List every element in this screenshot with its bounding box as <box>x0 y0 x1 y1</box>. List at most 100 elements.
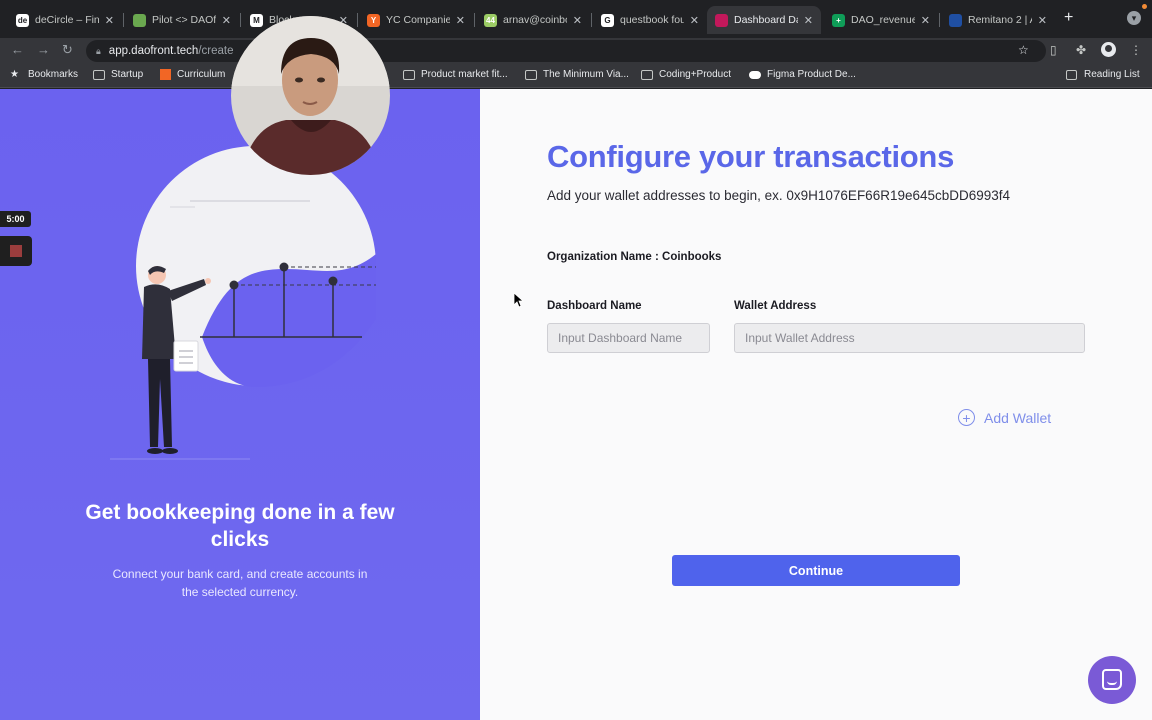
close-tab-icon[interactable]: ✕ <box>222 14 231 27</box>
tab-title: Dashboard Da <box>734 14 798 26</box>
back-icon[interactable]: ← <box>11 42 24 57</box>
browser-tab[interactable]: Dashboard Da ✕ <box>707 6 821 34</box>
decircle-icon: de <box>16 13 29 27</box>
bookmark-label: The Minimum Via... <box>543 69 629 80</box>
browser-tab[interactable]: Y YC Companies ✕ <box>359 6 473 34</box>
tab-title: Pilot <> DAOfr <box>152 14 216 26</box>
wallet-address-input[interactable] <box>734 323 1085 353</box>
close-tab-icon[interactable]: ✕ <box>573 14 582 27</box>
tab-separator <box>939 13 940 27</box>
browser-tab-strip: dedeCircle – Fin✕Pilot <> DAOfr✕MBlockc.… <box>0 0 1152 38</box>
extensions-icon[interactable]: ✤ <box>1076 43 1086 57</box>
tab-title: arnav@coinbo <box>503 14 567 26</box>
browser-tab[interactable]: Gquestbook fou ✕ <box>593 6 707 34</box>
tab-separator <box>591 13 592 27</box>
url-host: app.daofront.tech <box>108 45 199 57</box>
bookmark-item[interactable]: The Minimum Via... <box>525 69 629 80</box>
profile-avatar[interactable] <box>1101 42 1116 57</box>
bookmark-label: Figma Product De... <box>767 69 856 80</box>
bookmark-label: Product market fit... <box>421 69 508 80</box>
page: Get bookkeeping done in a few clicks Con… <box>0 16 1152 720</box>
bookmark-label: Startup <box>111 69 144 80</box>
reader-mode-icon[interactable]: ▯ <box>1050 43 1057 57</box>
remitano-icon <box>949 13 962 27</box>
browser-tab[interactable]: 44 arnav@coinbo ✕ <box>476 6 590 34</box>
promo-panel: Get bookkeeping done in a few clicks Con… <box>0 89 480 720</box>
tab-title: YC Companies <box>386 14 450 26</box>
tab-separator <box>357 13 358 27</box>
dashboard-name-label: Dashboard Name <box>547 300 642 312</box>
bookmarks-bar: ★ Bookmarks Startup Curriculum Product marke… <box>0 64 1152 88</box>
bookmark-label: Bookmarks <box>28 69 79 80</box>
close-tab-icon[interactable]: ✕ <box>456 14 465 27</box>
update-indicator <box>1142 4 1147 9</box>
browser-tab[interactable]: Pilot <> DAOfr ✕ <box>125 6 239 34</box>
daofront-icon <box>715 13 728 27</box>
browser-tab[interactable]: de deCircle – Fin ✕ <box>8 6 122 34</box>
bookmark-star-icon[interactable]: ☆ <box>1018 43 1029 57</box>
promo-title: Get bookkeeping done in a few clicks <box>85 501 395 551</box>
plus-circle-icon: + <box>958 409 975 426</box>
folder-icon <box>403 69 415 80</box>
bookmark-item[interactable]: Coding+Product <box>641 69 731 80</box>
bookmark-item[interactable]: Startup <box>93 69 143 80</box>
tab-title: questbook fou <box>620 14 684 26</box>
reading-list-icon <box>1066 69 1077 80</box>
page-title: Configure your transactions <box>547 139 955 174</box>
close-tab-icon[interactable]: ✕ <box>1038 14 1047 27</box>
wallet-address-label: Wallet Address <box>734 300 817 312</box>
folder-icon <box>641 69 653 80</box>
browser-tab[interactable]: Remitano 2 | A ✕ <box>941 6 1055 34</box>
medium-icon: M <box>250 13 263 27</box>
page-subtitle: Add your wallet addresses to begin, ex. … <box>547 188 1011 203</box>
browser-menu-icon[interactable]: ⋮ <box>1130 43 1142 57</box>
sheets-icon: + <box>832 13 845 27</box>
bookkeeping-illustration <box>110 146 376 460</box>
bookmark-item[interactable]: Product market fit... <box>403 69 508 80</box>
reading-list-button[interactable]: Reading List <box>1066 69 1140 80</box>
dashboard-name-input[interactable] <box>547 323 710 353</box>
tab-separator <box>240 13 241 27</box>
close-tab-icon[interactable]: ✕ <box>105 14 114 27</box>
tab-search-icon[interactable]: ▾ <box>1127 11 1141 25</box>
google-icon: G <box>601 13 614 27</box>
reload-icon[interactable]: ↻ <box>62 42 73 58</box>
mouse-cursor-icon <box>514 293 524 308</box>
tab-separator <box>474 13 475 27</box>
folder-icon <box>525 69 537 80</box>
add-wallet-label: Add Wallet <box>984 409 1052 426</box>
star-icon: ★ <box>10 68 19 80</box>
browser-toolbar: ← → ↻ 🔒︎ app.daofront.tech/create ☆ ▯ ✤ … <box>0 38 1152 64</box>
address-bar[interactable]: 🔒︎ app.daofront.tech/create <box>86 40 1046 62</box>
promo-subtitle: Connect your bank card, and create accou… <box>112 567 368 599</box>
bookmark-item[interactable]: ★ Bookmarks <box>10 69 78 80</box>
chat-widget-button[interactable] <box>1088 656 1136 704</box>
mail-icon: 44 <box>484 13 497 27</box>
stop-icon <box>10 245 22 257</box>
browser-tab[interactable]: + DAO_revenue ✕ <box>824 6 938 34</box>
figma-icon <box>749 70 761 79</box>
lock-icon: 🔒︎ <box>96 45 101 56</box>
bookmark-item[interactable]: Curriculum <box>160 69 225 80</box>
new-tab-button[interactable]: + <box>1064 9 1073 27</box>
bookmark-label: Coding+Product <box>659 69 731 80</box>
organization-name: Organization Name : Coinbooks <box>547 251 722 263</box>
close-tab-icon[interactable]: ✕ <box>690 14 699 27</box>
chat-icon <box>1102 669 1122 690</box>
forward-icon[interactable]: → <box>37 42 50 57</box>
folder-icon <box>93 69 105 80</box>
stop-recording-button[interactable] <box>0 236 32 266</box>
bookmark-label: Curriculum <box>177 69 226 80</box>
reading-list-label: Reading List <box>1084 69 1140 80</box>
continue-button[interactable]: Continue <box>672 555 960 586</box>
recording-timer: 5:00 <box>0 211 31 227</box>
url-path: /create <box>198 45 234 57</box>
close-tab-icon[interactable]: ✕ <box>804 14 813 27</box>
bookmark-item[interactable]: Figma Product De... <box>749 69 856 80</box>
close-tab-icon[interactable]: ✕ <box>921 14 930 27</box>
yc-icon: Y <box>367 13 380 27</box>
tab-title: DAO_revenue <box>851 14 915 26</box>
pilot-icon <box>133 13 146 27</box>
add-wallet-button[interactable]: + Add Wallet <box>958 409 1051 426</box>
tab-title: Remitano 2 | A <box>968 14 1032 26</box>
